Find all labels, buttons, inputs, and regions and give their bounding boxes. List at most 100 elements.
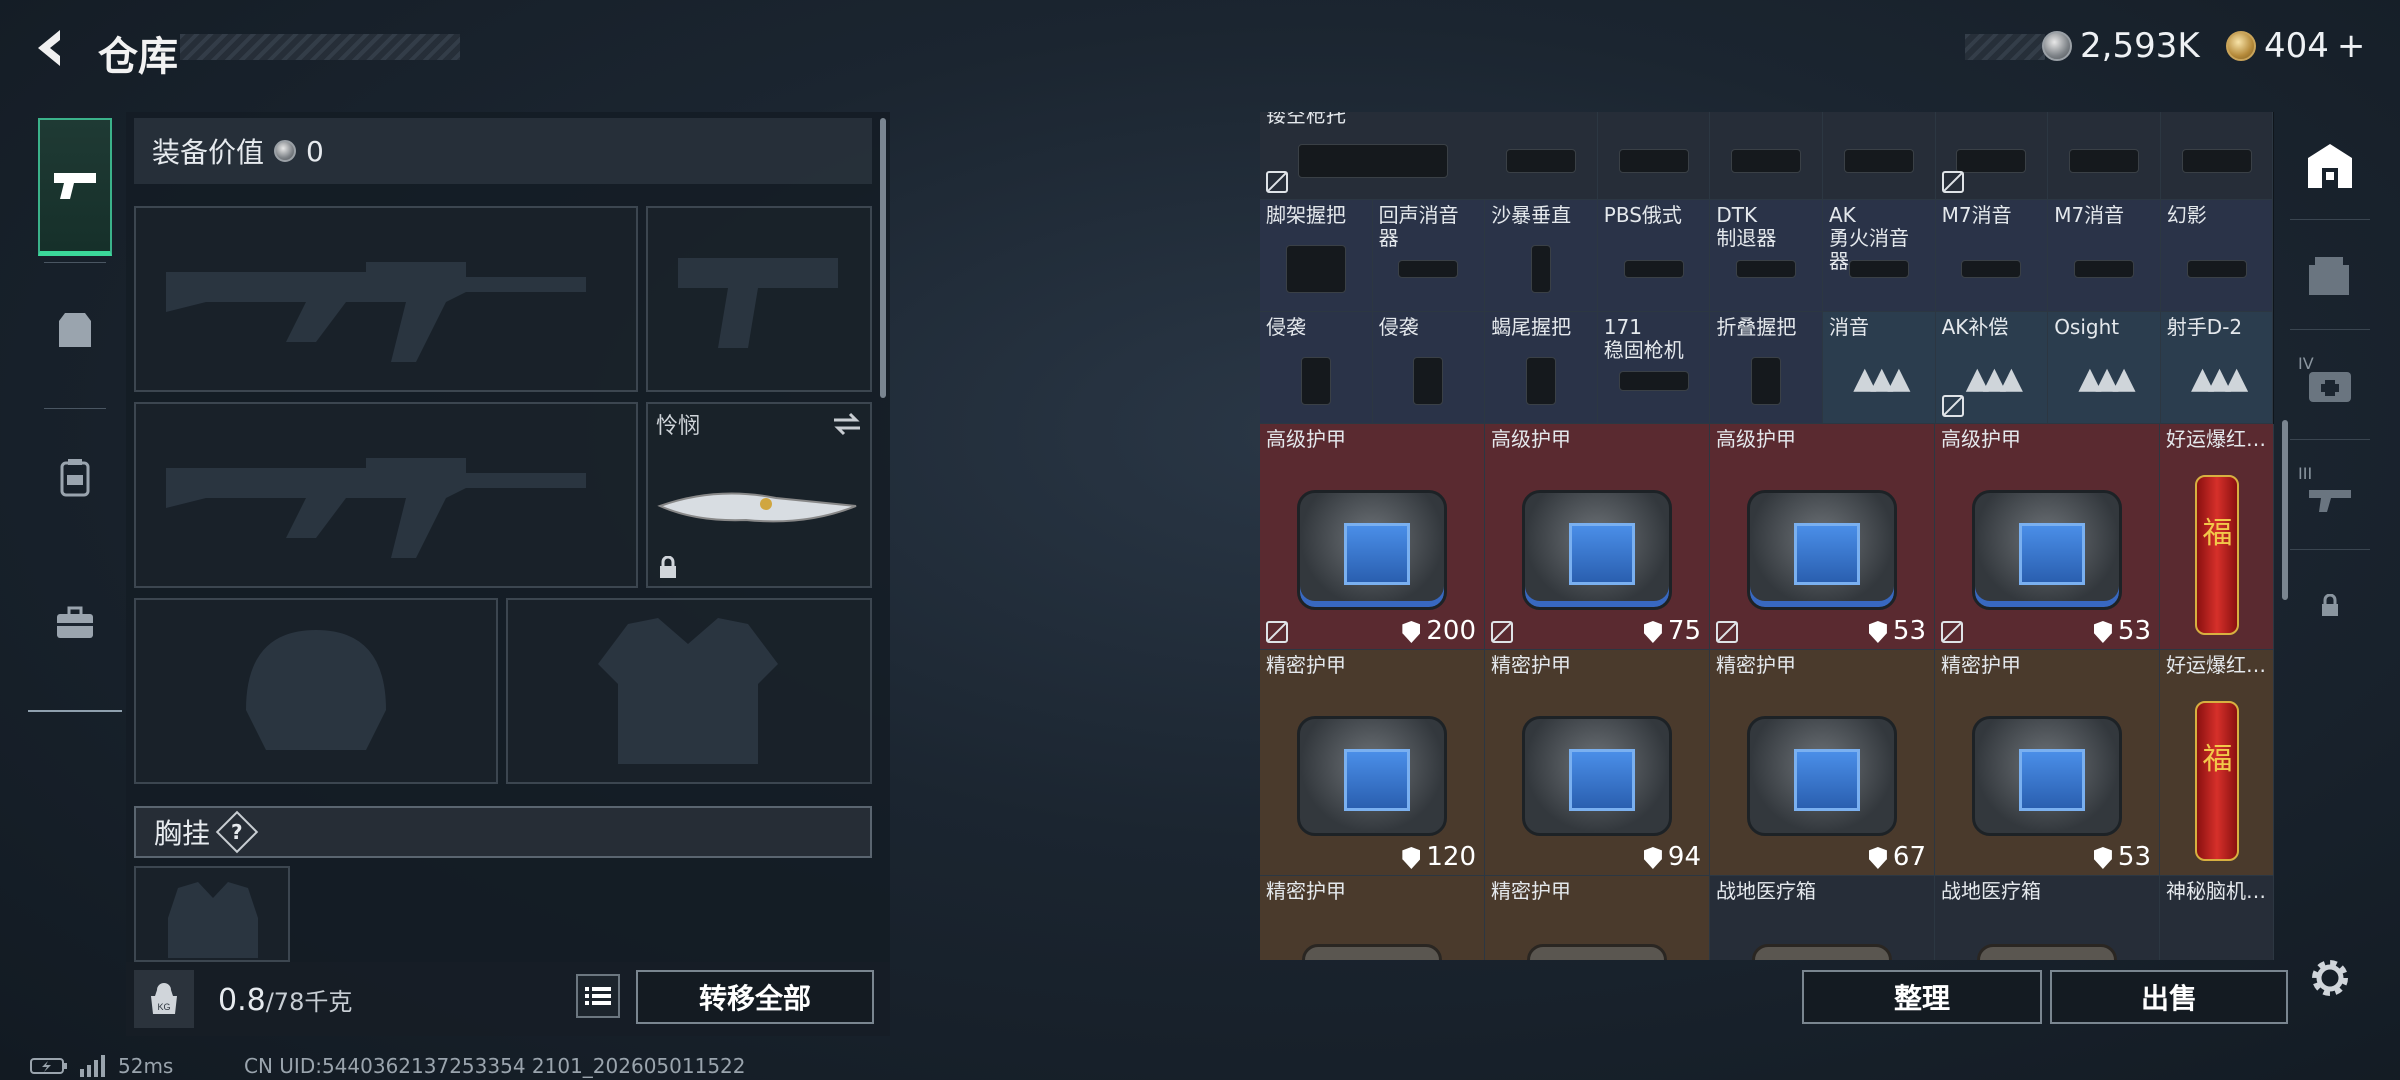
swap-icon[interactable] bbox=[832, 412, 862, 436]
storage-item[interactable]: 精密护甲 53 bbox=[1935, 650, 2160, 876]
signal-icon bbox=[80, 1055, 105, 1077]
durability-badge: 67 bbox=[1868, 842, 1926, 873]
gold-amount: 404 bbox=[2264, 26, 2329, 66]
item-name: 好运爆红… bbox=[2166, 653, 2266, 677]
medkit-image bbox=[1977, 943, 2117, 960]
storage-item[interactable] bbox=[2160, 112, 2274, 200]
item-name: 射手D-2 bbox=[2166, 315, 2243, 339]
body-armor-slot[interactable] bbox=[506, 598, 872, 784]
storage-item[interactable] bbox=[1597, 112, 1711, 200]
durability-badge: 75 bbox=[1643, 616, 1701, 647]
item-name: 侵袭 bbox=[1378, 315, 1419, 339]
add-currency-button[interactable]: + bbox=[2337, 26, 2366, 66]
storage-item[interactable]: 精密护甲 bbox=[1260, 876, 1485, 960]
nav-gear[interactable] bbox=[38, 262, 112, 400]
storage-item[interactable]: 战地医疗箱 bbox=[1710, 876, 1935, 960]
storage-item[interactable] bbox=[2048, 112, 2161, 200]
secondary-weapon-slot[interactable] bbox=[134, 402, 638, 588]
shield-icon bbox=[1868, 621, 1887, 644]
durability-value: 200 bbox=[1426, 616, 1476, 647]
storage-item[interactable]: 精密护甲 bbox=[1485, 876, 1710, 960]
tab-warehouse[interactable] bbox=[2290, 112, 2370, 220]
item-name: 高级护甲 bbox=[1716, 427, 1796, 451]
storage-item[interactable]: 幻影 bbox=[2160, 200, 2274, 312]
storage-item[interactable]: 好运爆红… bbox=[2160, 650, 2274, 876]
back-arrow-icon bbox=[38, 30, 60, 66]
shield-icon bbox=[1643, 847, 1662, 870]
storage-item[interactable]: 射手D-2 ▲▲▲ bbox=[2160, 312, 2274, 424]
helmet-slot[interactable] bbox=[134, 598, 498, 784]
attachment-image bbox=[1618, 370, 1689, 391]
storage-item[interactable]: 高级护甲 53 bbox=[1935, 424, 2160, 650]
storage-item[interactable]: 侵袭 bbox=[1372, 312, 1486, 424]
loadout-scrollbar[interactable] bbox=[880, 118, 886, 398]
storage-item[interactable]: 镂空枪托 bbox=[1260, 112, 1486, 200]
tab-storage-3[interactable]: IV bbox=[2290, 332, 2370, 440]
storage-item[interactable]: 高级护甲 53 bbox=[1710, 424, 1935, 650]
storage-item[interactable]: 神秘脑机… bbox=[2160, 876, 2274, 960]
settings-gear-icon[interactable] bbox=[2304, 952, 2356, 1004]
storage-item[interactable]: 回声消音器 bbox=[1372, 200, 1486, 312]
sort-button[interactable]: 整理 bbox=[1802, 970, 2042, 1024]
storage-item[interactable]: 精密护甲 94 bbox=[1485, 650, 1710, 876]
attachment-image bbox=[1731, 149, 1802, 174]
attachment-image bbox=[1848, 259, 1909, 278]
storage-item[interactable] bbox=[1710, 112, 1823, 200]
melee-name: 怜悯 bbox=[656, 414, 701, 439]
storage-item[interactable]: Osight ▲▲▲ bbox=[2048, 312, 2161, 424]
back-button[interactable] bbox=[28, 24, 72, 72]
storage-item[interactable]: M7消音 bbox=[1935, 200, 2049, 312]
shield-icon bbox=[1402, 847, 1421, 870]
untradeable-icon bbox=[1491, 621, 1513, 643]
storage-item[interactable]: 171 稳固枪机 bbox=[1597, 312, 1711, 424]
storage-item[interactable]: 沙暴垂直 bbox=[1485, 200, 1598, 312]
storage-item[interactable]: DTK 制退器 bbox=[1710, 200, 1823, 312]
storage-item[interactable]: 精密护甲 67 bbox=[1710, 650, 1935, 876]
lock-icon bbox=[660, 556, 676, 578]
storage-item[interactable] bbox=[1823, 112, 1936, 200]
primary-weapon-slot[interactable] bbox=[134, 206, 638, 392]
storage-item[interactable]: M7消音 bbox=[2048, 200, 2161, 312]
unknown-item-icon: ▲▲▲ bbox=[1853, 360, 1910, 396]
storage-item[interactable]: PBS俄式 bbox=[1597, 200, 1711, 312]
sell-button[interactable]: 出售 bbox=[2050, 970, 2288, 1024]
tab-storage-4[interactable]: III bbox=[2290, 442, 2370, 550]
nav-toolbox[interactable] bbox=[38, 554, 112, 692]
storage-item[interactable] bbox=[1485, 112, 1598, 200]
storage-item[interactable] bbox=[1935, 112, 2049, 200]
storage-item[interactable]: 好运爆红… bbox=[2160, 424, 2274, 650]
item-name: 蝎尾握把 bbox=[1491, 315, 1572, 339]
storage-item[interactable]: 消音 ▲▲▲ bbox=[1823, 312, 1936, 424]
storage-item[interactable]: AK 勇火消音器 bbox=[1823, 200, 1936, 312]
gold-currency[interactable]: 404 + bbox=[2226, 26, 2365, 66]
tier-label: IV bbox=[2298, 354, 2314, 373]
attachment-image bbox=[1623, 259, 1684, 278]
storage-item[interactable]: 蝎尾握把 bbox=[1485, 312, 1598, 424]
list-view-button[interactable] bbox=[576, 974, 620, 1018]
nav-backpack[interactable] bbox=[38, 408, 112, 546]
storage-item[interactable]: 折叠握把 bbox=[1710, 312, 1823, 424]
sidearm-slot[interactable] bbox=[646, 206, 872, 392]
tab-storage-2[interactable] bbox=[2290, 222, 2370, 330]
help-button[interactable]: ? bbox=[215, 810, 259, 854]
chest-rig-header: 胸挂 ? bbox=[134, 806, 872, 858]
list-icon bbox=[585, 987, 611, 1005]
shield-icon bbox=[1643, 621, 1662, 644]
transfer-all-button[interactable]: 转移全部 bbox=[636, 970, 874, 1024]
nav-weapons[interactable] bbox=[38, 118, 112, 256]
storage-item[interactable]: 战地医疗箱 bbox=[1935, 876, 2160, 960]
storage-item[interactable]: 高级护甲 75 bbox=[1485, 424, 1710, 650]
vest-silhouette-icon bbox=[598, 618, 778, 764]
page-title: 仓库 bbox=[98, 34, 178, 80]
current-weight: 0.8 bbox=[218, 983, 266, 1018]
attachment-image bbox=[1736, 259, 1797, 278]
storage-item[interactable]: 高级护甲 200 bbox=[1260, 424, 1485, 650]
storage-item[interactable]: 侵袭 bbox=[1260, 312, 1373, 424]
melee-slot[interactable]: 怜悯 bbox=[646, 402, 872, 588]
storage-item[interactable]: AK补偿 ▲▲▲ bbox=[1935, 312, 2049, 424]
chest-rig-slot[interactable] bbox=[134, 866, 290, 962]
storage-item[interactable]: 精密护甲 120 bbox=[1260, 650, 1485, 876]
storage-item[interactable]: 脚架握把 bbox=[1260, 200, 1373, 312]
storage-scrollbar[interactable] bbox=[2282, 420, 2288, 600]
tab-locked[interactable] bbox=[2290, 552, 2370, 660]
